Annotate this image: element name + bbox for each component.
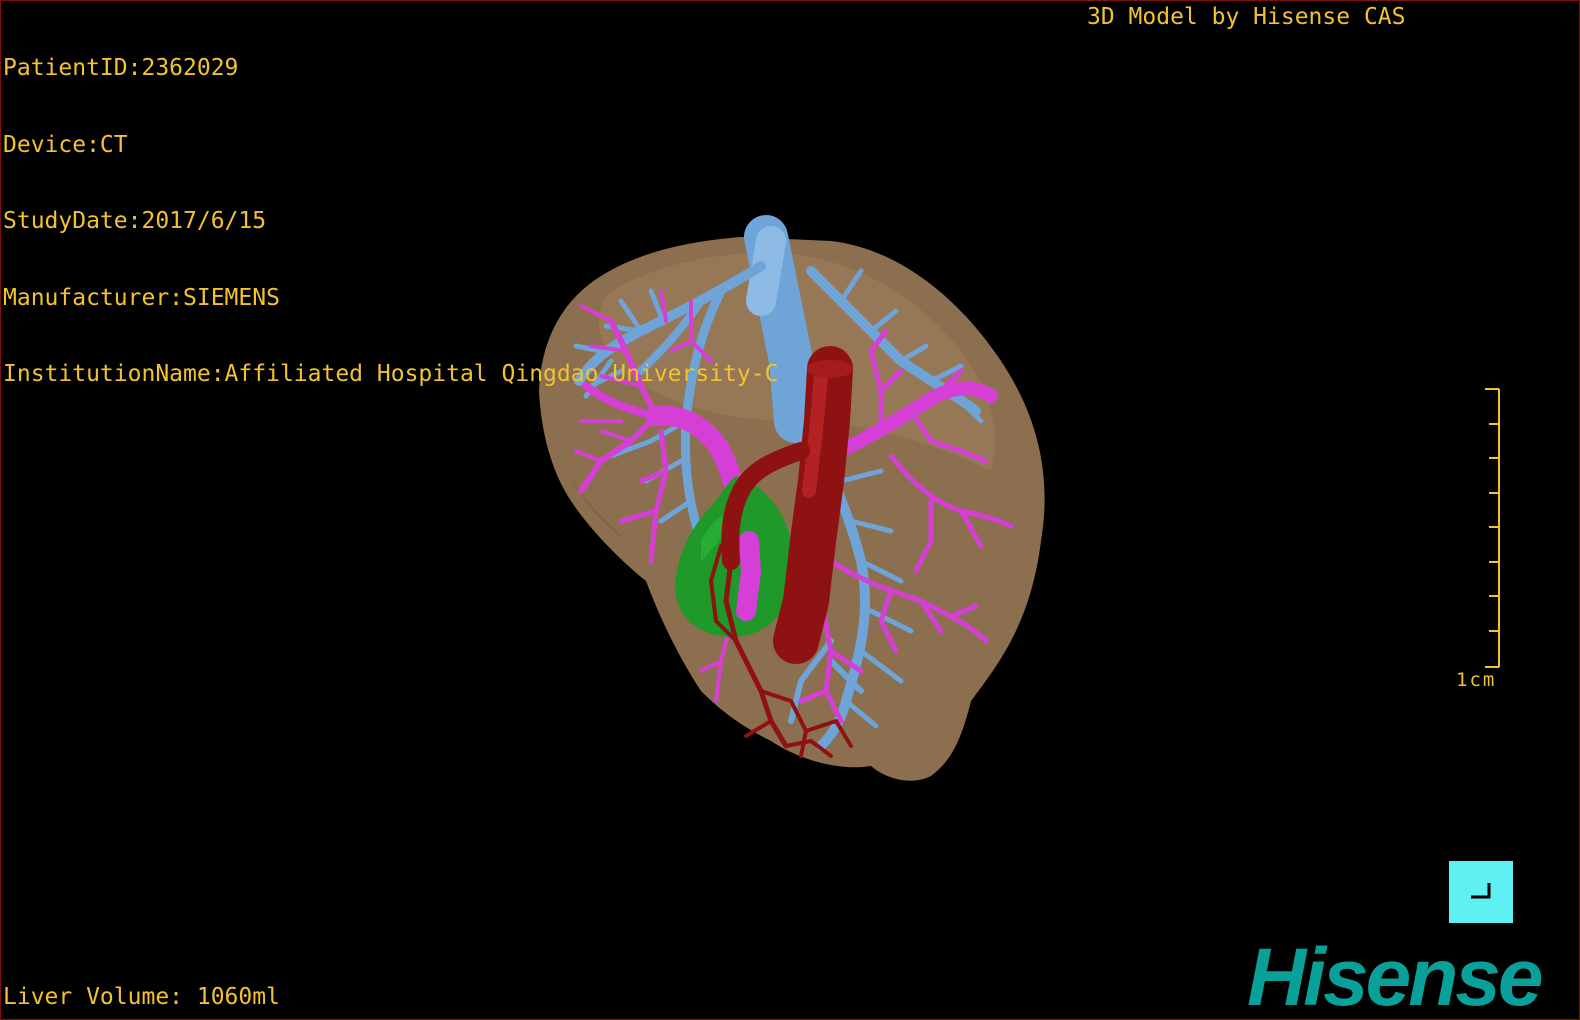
model-credit: 3D Model by Hisense CAS — [1087, 4, 1406, 30]
patient-id: PatientID:2362029 — [3, 55, 239, 81]
liver-volume: Liver Volume: 1060ml — [3, 984, 280, 1010]
scale-bar — [1485, 388, 1500, 668]
scale-bar-label: 1cm — [1456, 669, 1497, 691]
institution-name: InstitutionName:Affiliated Hospital Qing… — [3, 361, 779, 387]
reset-view-button[interactable] — [1449, 861, 1513, 923]
hisense-logo: Hisense — [1247, 932, 1544, 1020]
3d-viewport[interactable]: PatientID:2362029 Device:CT StudyDate:20… — [0, 0, 1580, 1020]
device: Device:CT — [3, 131, 128, 158]
corner-bracket-icon — [1471, 883, 1491, 899]
manufacturer: Manufacturer:SIEMENS — [3, 284, 280, 311]
dicom-metadata: PatientID:2362029 Device:CT StudyDate:20… — [3, 5, 778, 439]
study-date: StudyDate:2017/6/15 — [3, 208, 267, 234]
